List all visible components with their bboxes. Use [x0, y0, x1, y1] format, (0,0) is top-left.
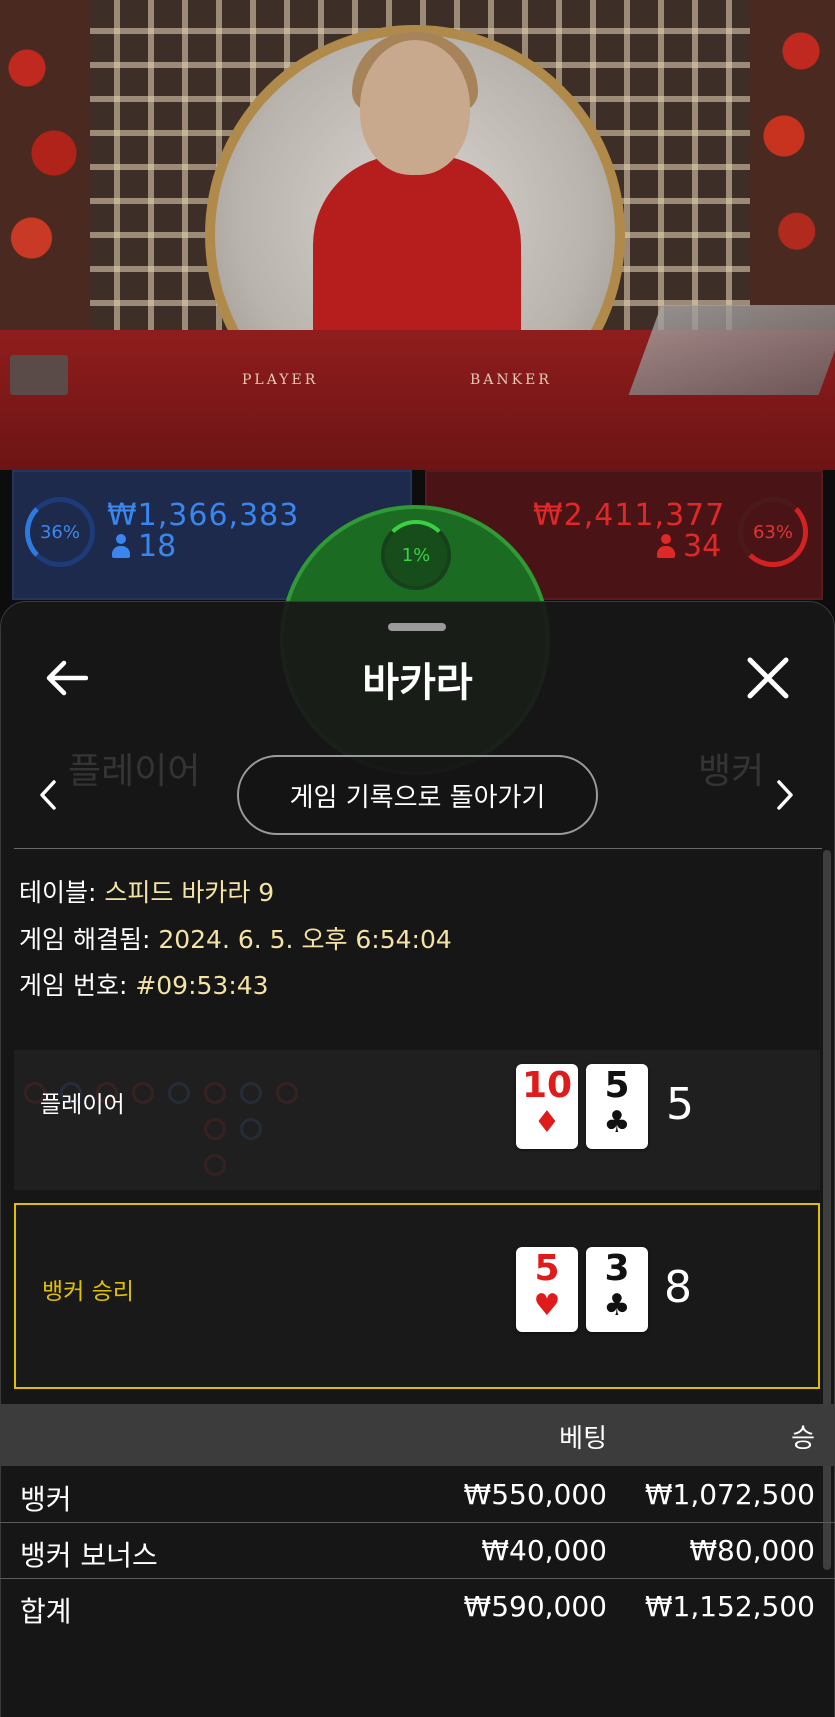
table-player-label: PLAYER [242, 372, 319, 388]
win-column-header: 승 [791, 1424, 815, 1454]
player-percent: 36% [39, 521, 80, 543]
ghost-player-label: 플레이어 [68, 751, 201, 792]
drag-handle[interactable] [388, 623, 446, 631]
player-result-row [14, 1050, 820, 1190]
bet-column-header: 베팅 [559, 1424, 607, 1454]
table-row: 뱅커 ₩550,000 ₩1,072,500 [0, 1466, 835, 1521]
card-shoe [10, 355, 68, 395]
game-number-info: 게임 번호: #09:53:43 [19, 966, 269, 1002]
bet-amount: ₩550,000 [463, 1478, 607, 1511]
banker-percent: 63% [752, 521, 793, 543]
playing-card: 3 ♣ [586, 1247, 648, 1332]
person-icon [112, 534, 130, 558]
bets-table-header [0, 1404, 835, 1466]
card-rank: 5 [534, 1248, 560, 1289]
game-resolved-info: 게임 해결됨: 2024. 6. 5. 오후 6:54:04 [19, 920, 452, 956]
win-amount: ₩80,000 [689, 1534, 815, 1567]
flower-decoration-right [750, 0, 835, 340]
table-banker-label: BANKER [470, 372, 552, 388]
panel-title: 바카라 [362, 660, 473, 706]
tie-percent-ring: 1% [381, 520, 451, 590]
tie-percent: 1% [401, 544, 431, 566]
total-label: 합계 [20, 1595, 72, 1628]
club-suit-icon: ♣ [603, 1288, 631, 1323]
player-bettor-count: 18 [112, 529, 176, 564]
banker-total-amount: ₩2,411,377 [533, 498, 726, 533]
banker-bettor-count: 34 [657, 529, 721, 564]
person-icon [657, 534, 675, 558]
total-bet-amount: ₩590,000 [463, 1590, 607, 1623]
table-row: 뱅커 보너스 ₩40,000 ₩80,000 [0, 1522, 835, 1577]
banker-count-value: 34 [683, 529, 722, 564]
close-icon[interactable] [745, 655, 791, 701]
total-win-amount: ₩1,152,500 [644, 1590, 815, 1623]
playing-card: 5 ♥ [516, 1247, 578, 1332]
card-rank: 5 [604, 1065, 630, 1106]
bet-amount: ₩40,000 [481, 1534, 607, 1567]
back-to-history-button[interactable]: 게임 기록으로 돌아가기 [237, 755, 598, 835]
club-suit-icon: ♣ [603, 1105, 631, 1140]
table-row-total: 합계 ₩590,000 ₩1,152,500 [0, 1578, 835, 1633]
banker-score: 8 [664, 1262, 692, 1313]
player-result-label: 플레이어 [40, 1092, 125, 1118]
player-total-amount: ₩1,366,383 [107, 498, 300, 533]
ghost-banker-label: 뱅커 [698, 751, 765, 792]
playing-card: 10 ♦ [516, 1064, 578, 1149]
table-info-label: 테이블: [19, 878, 97, 907]
game-number-label: 게임 번호: [19, 971, 128, 1000]
resolved-value: 2024. 6. 5. 오후 6:54:04 [158, 925, 452, 954]
resolved-label: 게임 해결됨: [19, 925, 151, 954]
card-discard-tray [628, 305, 835, 395]
divider [14, 848, 822, 849]
card-rank: 10 [521, 1065, 573, 1106]
banker-result-row [14, 1203, 820, 1389]
flower-decoration-left [0, 0, 90, 340]
table-info: 테이블: 스피드 바카라 9 [19, 873, 274, 909]
game-number-value: #09:53:43 [135, 971, 269, 1000]
bet-name: 뱅커 [20, 1483, 72, 1516]
win-amount: ₩1,072,500 [644, 1478, 815, 1511]
bet-name: 뱅커 보너스 [20, 1539, 158, 1572]
player-score: 5 [666, 1079, 694, 1130]
dealer-head [360, 40, 470, 175]
card-rank: 3 [604, 1248, 630, 1289]
diamond-suit-icon: ♦ [533, 1105, 561, 1140]
banker-percent-ring: 63% [738, 497, 808, 567]
live-video-feed: PLAYER BANKER [0, 0, 835, 470]
player-count-value: 18 [138, 529, 177, 564]
table-info-value: 스피드 바카라 9 [104, 878, 275, 907]
chevron-right-icon[interactable] [773, 778, 797, 812]
chevron-left-icon[interactable] [36, 778, 60, 812]
heart-suit-icon: ♥ [533, 1288, 561, 1323]
player-percent-ring: 36% [25, 497, 95, 567]
playing-card: 5 ♣ [586, 1064, 648, 1149]
banker-win-label: 뱅커 승리 [42, 1279, 134, 1305]
